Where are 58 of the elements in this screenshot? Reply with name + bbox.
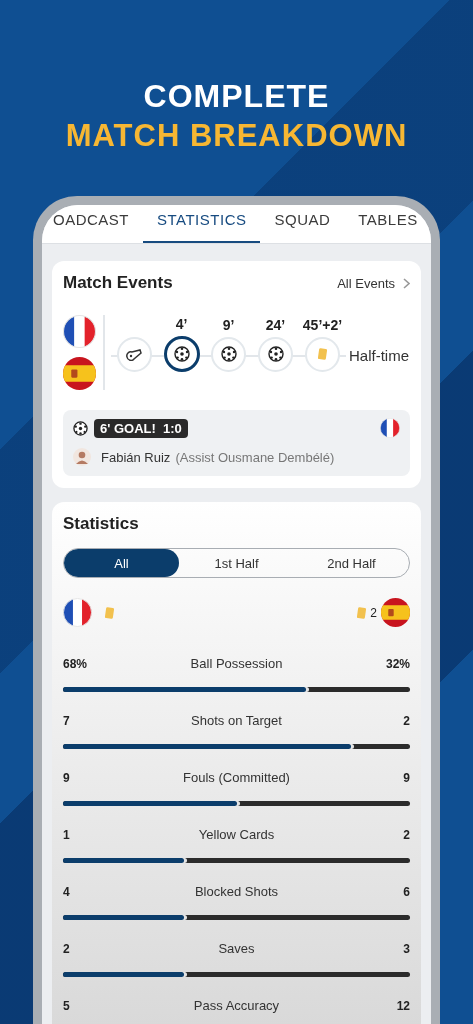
card-count: 2 <box>370 605 377 620</box>
goal-badge: 6' GOAL! 1:0 <box>94 418 188 438</box>
france-flag-icon <box>380 418 400 438</box>
headline: MATCH BREAKDOWN <box>65 117 408 155</box>
period-tab[interactable]: All <box>64 549 179 577</box>
france-flag-icon <box>63 315 96 348</box>
away-value: 3 <box>402 941 410 956</box>
stat-label: Yellow Cards <box>198 827 275 842</box>
player-name: Fabián Ruiz <box>101 449 171 465</box>
event-minute: 4’ <box>175 315 188 334</box>
stat-label: Fouls (Committed) <box>183 770 290 785</box>
period-tab[interactable]: 2nd Half <box>294 549 409 577</box>
period-tab[interactable]: 1st Half <box>179 549 294 577</box>
home-value: 7 <box>63 713 71 728</box>
card-title: Statistics <box>63 514 140 534</box>
soccer-ball-icon <box>73 420 88 436</box>
half-time-label: Half-time <box>349 346 409 364</box>
home-value: 68% <box>63 656 89 671</box>
away-value: 32% <box>384 656 410 671</box>
spain-flag-icon <box>381 598 410 627</box>
away-value: 2 <box>402 713 410 728</box>
headline: COMPLETE <box>143 77 330 116</box>
assist-text: (Assist Ousmane Dembélé) <box>175 449 335 465</box>
tab[interactable]: STATISTICS <box>143 205 261 243</box>
event-minute: 45’+2’ <box>302 316 343 335</box>
home-value: 2 <box>63 941 71 956</box>
soccer-ball-icon <box>267 346 284 362</box>
away-value: 12 <box>395 998 410 1013</box>
tab[interactable]: SQUAD <box>260 205 345 243</box>
tab[interactable]: OADCAST <box>42 205 143 243</box>
away-value: 2 <box>402 827 410 842</box>
soccer-ball-icon <box>220 346 237 362</box>
whistle-icon <box>126 347 143 361</box>
event-minute: 9’ <box>222 316 235 335</box>
tab[interactable]: TABLES <box>344 205 431 243</box>
home-value: 1 <box>63 827 71 842</box>
stat-label: Ball Possession <box>190 656 283 671</box>
stat-label: Saves <box>218 941 255 956</box>
home-value: 9 <box>63 770 71 785</box>
home-value: 4 <box>63 884 71 899</box>
stat-label: Blocked Shots <box>194 884 279 899</box>
booking-card-icon <box>357 606 367 619</box>
event-node[interactable] <box>163 335 200 372</box>
away-value: 6 <box>402 884 410 899</box>
card-title: Match Events <box>63 273 173 293</box>
stat-label: Shots on Target <box>191 713 282 728</box>
home-value: 5 <box>63 998 71 1013</box>
spain-flag-icon <box>63 357 96 390</box>
booking-card-icon <box>105 606 114 619</box>
booking-card-icon <box>318 348 327 360</box>
all-events-link[interactable]: All Events <box>337 275 410 291</box>
event-minute: 24’ <box>265 316 286 335</box>
chevron-right-icon <box>403 277 410 289</box>
away-value: 9 <box>402 770 410 785</box>
avatar-icon <box>73 448 91 466</box>
france-flag-icon <box>63 598 92 627</box>
soccer-ball-icon <box>173 345 190 362</box>
stat-label: Pass Accuracy <box>193 998 280 1013</box>
